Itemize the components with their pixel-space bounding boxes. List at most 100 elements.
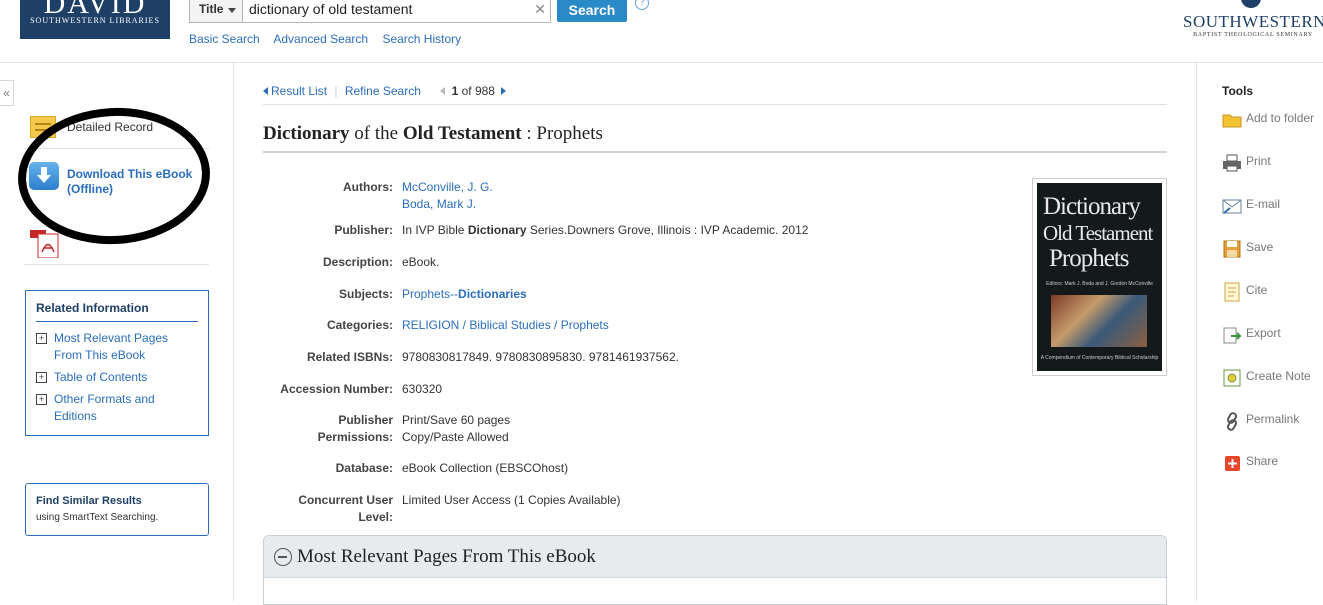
- publisher-text: Series.Downers Grove, Illinois : IVP Aca…: [526, 223, 809, 237]
- field-label: Database:: [335, 461, 393, 475]
- related-item-label: Editions: [54, 409, 97, 423]
- divider: [263, 104, 1167, 105]
- publisher-text: In IVP Bible: [402, 223, 468, 237]
- back-arrow-icon[interactable]: [263, 87, 268, 95]
- tool-label: Save: [1246, 240, 1274, 254]
- field-authors: Authors: McConville, J. G. Boda, Mark J.: [263, 179, 1003, 213]
- tool-label: Create Note: [1246, 369, 1311, 383]
- david-logo[interactable]: DAVID SOUTHWESTERN LIBRARIES: [20, 0, 170, 39]
- collapse-sidebar-button[interactable]: «: [0, 80, 14, 106]
- tool-label: Add to folder: [1246, 111, 1315, 125]
- search-links: Basic Search Advanced Search Search Hist…: [189, 32, 472, 46]
- panel-header[interactable]: Most Relevant Pages From This eBook: [264, 536, 1166, 578]
- related-item-other-formats[interactable]: + Other Formats and Editions: [36, 391, 196, 427]
- pdf-icon[interactable]: [30, 230, 60, 259]
- author-link[interactable]: McConville, J. G.: [402, 180, 493, 194]
- related-information-title: Related Information: [36, 301, 198, 322]
- expand-icon[interactable]: +: [36, 333, 47, 344]
- field-label: Publisher:: [334, 223, 393, 237]
- category-link[interactable]: RELIGION / Biblical Studies / Prophets: [402, 318, 609, 332]
- search-field-value: Title: [199, 2, 224, 16]
- most-relevant-pages-panel: Most Relevant Pages From This eBook: [263, 535, 1167, 605]
- field-label: Authors:: [343, 180, 393, 194]
- related-item-label: Other Formats and: [54, 392, 155, 406]
- divider: [24, 264, 209, 265]
- field-value: Print/Save 60 pages Copy/Paste Allowed: [402, 412, 1002, 446]
- share-icon: [1225, 456, 1240, 471]
- book-cover[interactable]: Dictionary Old Testament Prophets Editor…: [1032, 178, 1167, 376]
- search-button[interactable]: Search: [557, 0, 627, 22]
- title-part: Dictionary: [263, 123, 350, 144]
- field-publisher-permissions: Publisher Permissions: Print/Save 60 page…: [263, 412, 1003, 446]
- related-item-most-relevant-pages[interactable]: + Most Relevant Pages From This eBook: [36, 330, 196, 366]
- collapse-icon[interactable]: [274, 548, 292, 566]
- refine-search-link[interactable]: Refine Search: [345, 84, 421, 98]
- tool-label: Export: [1246, 326, 1281, 340]
- basic-search-link[interactable]: Basic Search: [189, 32, 260, 46]
- panel-title: Most Relevant Pages From This eBook: [297, 546, 596, 567]
- find-similar-subtitle: using SmartText Searching.: [36, 512, 159, 523]
- link-icon: [1227, 412, 1237, 431]
- tool-label: E-mail: [1246, 197, 1281, 211]
- header: DAVID SOUTHWESTERN LIBRARIES Title dicti…: [0, 0, 1323, 63]
- seminary-logo[interactable]: SOUTHWESTERN BAPTIST THEOLOGICAL SEMINAR…: [1183, 0, 1323, 38]
- find-similar-results-box[interactable]: Find Similar Results using SmartText Sea…: [25, 483, 209, 536]
- related-item-table-of-contents[interactable]: + Table of Contents: [36, 369, 196, 387]
- tool-label: Share: [1246, 454, 1279, 468]
- expand-icon[interactable]: +: [36, 372, 47, 383]
- author-link[interactable]: Boda, Mark J.: [402, 197, 476, 211]
- label-line: Publisher: [338, 413, 393, 427]
- search-input[interactable]: dictionary of old testament: [249, 1, 412, 17]
- tools-title: Tools: [1222, 84, 1254, 98]
- cover-title-line: Prophets: [1049, 245, 1129, 272]
- title-part: of the: [349, 123, 403, 144]
- related-item-label: From This eBook: [54, 348, 146, 362]
- field-value: Limited User Access (1 Copies Available): [402, 493, 621, 507]
- folder-icon: [1222, 114, 1242, 128]
- related-information-box: Related Information + Most Relevant Page…: [25, 290, 209, 436]
- field-label: Related ISBNs:: [306, 350, 393, 364]
- subject-link[interactable]: Prophets--Dictionaries: [402, 287, 527, 301]
- expand-icon[interactable]: +: [36, 394, 47, 405]
- field-label: Subjects:: [338, 287, 393, 301]
- subject-text: Dictionaries: [458, 287, 527, 301]
- cover-artwork: [1051, 295, 1147, 347]
- find-similar-title: Find Similar Results: [36, 495, 142, 507]
- next-record-icon[interactable]: [500, 87, 506, 95]
- advanced-search-link[interactable]: Advanced Search: [273, 32, 368, 46]
- printer-icon: [1223, 154, 1241, 172]
- search-history-link[interactable]: Search History: [382, 32, 461, 46]
- brand-name: SOUTHWESTERN: [1183, 12, 1323, 31]
- tool-label: Print: [1246, 154, 1271, 168]
- cover-editors: Editors: Mark J. Boda and J. Gordon McCo…: [1046, 281, 1153, 287]
- related-item-label: Table of Contents: [54, 370, 148, 384]
- search-field-select[interactable]: Title: [190, 0, 243, 22]
- record-total: of 988: [461, 84, 495, 98]
- cover-series: A Compendium of Contemporary Biblical Sc…: [1040, 355, 1159, 361]
- cover-title-line: Dictionary: [1043, 193, 1141, 220]
- value-line: Print/Save 60 pages: [402, 413, 511, 427]
- publisher-text: Dictionary: [467, 223, 527, 237]
- field-value: 9780830817849. 9780830895830. 9781461937…: [402, 350, 679, 364]
- result-list-link[interactable]: Result List: [271, 84, 327, 98]
- note-icon: [1223, 369, 1241, 387]
- seal-icon: [1241, 0, 1261, 8]
- brand-subtitle: BAPTIST THEOLOGICAL SEMINARY: [1193, 32, 1313, 38]
- divider: [263, 151, 1167, 153]
- clear-icon[interactable]: ✕: [534, 1, 546, 18]
- logo-title: DAVID: [43, 0, 147, 20]
- book-cover-image: Dictionary Old Testament Prophets Editor…: [1037, 183, 1162, 371]
- field-label: Accession Number:: [280, 382, 393, 396]
- tool-label: Cite: [1246, 283, 1268, 297]
- help-icon[interactable]: ?: [635, 0, 649, 10]
- field-value: eBook.: [402, 255, 440, 269]
- email-icon: [1222, 199, 1242, 214]
- field-value: In IVP Bible Dictionary Series.Downers G…: [402, 222, 1002, 239]
- tool-label: Permalink: [1246, 412, 1300, 426]
- title-part: : Prophets: [521, 123, 603, 144]
- record-position: 1: [451, 84, 459, 98]
- search-box: Title dictionary of old testament ✕: [189, 0, 551, 23]
- result-navigation: Result List | Refine Search 1 of 988: [263, 84, 506, 98]
- previous-record-icon[interactable]: [440, 87, 446, 95]
- subject-text: Prophets--: [402, 287, 459, 301]
